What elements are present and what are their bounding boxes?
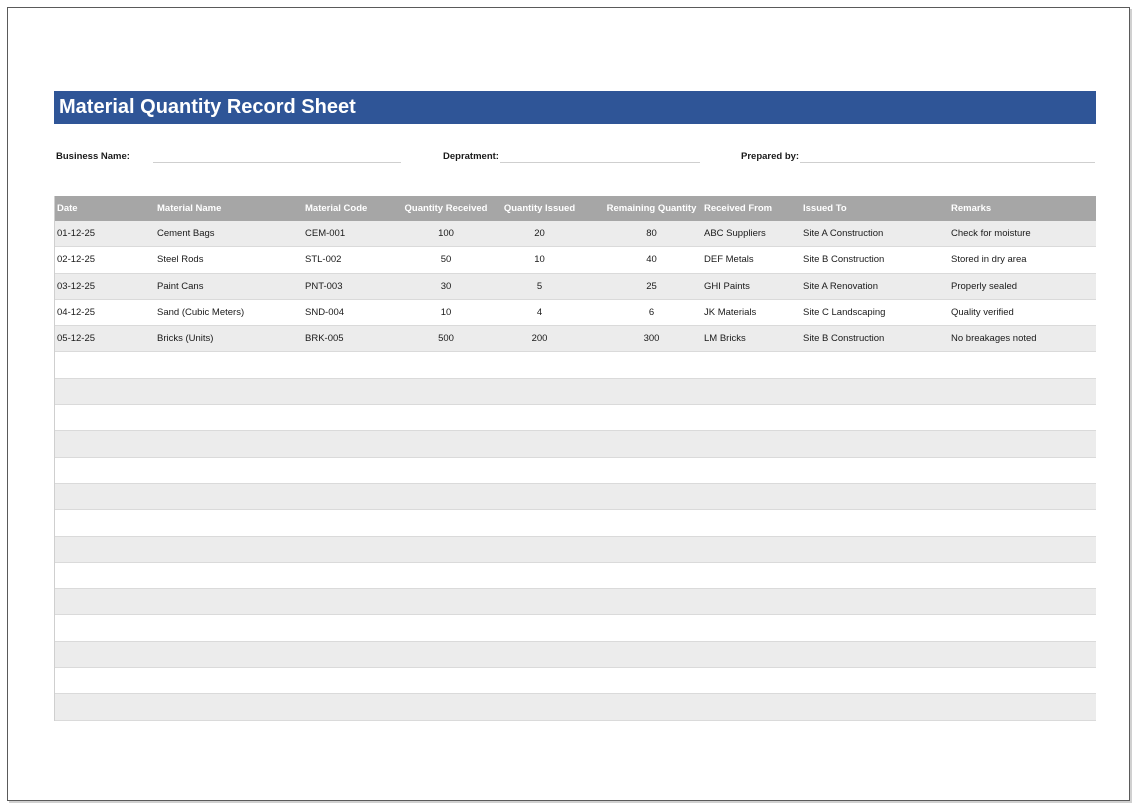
cell-date[interactable]: 04-12-25	[57, 300, 152, 325]
cell-quantity-issued[interactable]: 10	[495, 247, 584, 272]
cell-date[interactable]: 03-12-25	[57, 274, 152, 299]
table-row: 01-12-25 Cement Bags CEM-001 100 20 80 ABC Sup…	[55, 221, 1096, 248]
cell-quantity-issued[interactable]: 200	[495, 326, 584, 351]
table-row: 04-12-25 Sand (Cubic Meters) SND-004 10 4 6 JK…	[55, 299, 1096, 327]
business-name-label: Business Name:	[56, 151, 130, 162]
cell-received-from[interactable]: GHI Paints	[704, 274, 800, 299]
cell-remarks[interactable]: No breakages noted	[951, 326, 1095, 351]
cell-received-from[interactable]: LM Bricks	[704, 326, 800, 351]
table-row: 05-12-25 Bricks (Units) BRK-005 500 200 300 LM…	[55, 326, 1096, 353]
cell-material-name[interactable]: Paint Cans	[157, 274, 302, 299]
table-row-empty[interactable]	[55, 352, 1096, 379]
table-row-empty[interactable]	[55, 483, 1096, 511]
cell-quantity-issued[interactable]: 4	[495, 300, 584, 325]
cell-quantity-received[interactable]: 30	[399, 274, 493, 299]
table-row-empty[interactable]	[55, 589, 1096, 616]
header-remarks: Remarks	[951, 203, 992, 214]
cell-remaining-quantity[interactable]: 80	[596, 221, 707, 246]
table-row-empty[interactable]	[55, 405, 1096, 432]
prepared-by-field[interactable]	[800, 162, 1095, 163]
header-material-code: Material Code	[305, 203, 368, 214]
table-row: 03-12-25 Paint Cans PNT-003 30 5 25 GHI Paints…	[55, 273, 1096, 300]
prepared-by-label: Prepared by:	[741, 151, 800, 162]
cell-issued-to[interactable]: Site A Construction	[803, 221, 947, 246]
cell-material-name[interactable]: Steel Rods	[157, 247, 302, 272]
material-table: Date Material Name Material Code Quantity R…	[54, 196, 1096, 721]
sheet-title: Material Quantity Record Sheet	[54, 91, 1096, 124]
table-row-empty[interactable]	[55, 510, 1096, 537]
cell-remarks[interactable]: Quality verified	[951, 300, 1095, 325]
cell-material-code[interactable]: SND-004	[305, 300, 400, 325]
table-row-empty[interactable]	[55, 668, 1096, 695]
cell-remaining-quantity[interactable]: 6	[596, 300, 707, 325]
table-row-empty[interactable]	[55, 536, 1096, 563]
cell-material-code[interactable]: STL-002	[305, 247, 400, 272]
department-label: Depratment:	[443, 151, 499, 162]
cell-remarks[interactable]: Properly sealed	[951, 274, 1095, 299]
cell-received-from[interactable]: ABC Suppliers	[704, 221, 800, 246]
cell-issued-to[interactable]: Site A Renovation	[803, 274, 947, 299]
table-row-empty[interactable]	[55, 431, 1096, 458]
cell-remaining-quantity[interactable]: 40	[596, 247, 707, 272]
table-row-empty[interactable]	[55, 457, 1096, 484]
cell-quantity-issued[interactable]: 5	[495, 274, 584, 299]
cell-date[interactable]: 02-12-25	[57, 247, 152, 272]
header-quantity-received: Quantity Received	[404, 203, 488, 214]
cell-issued-to[interactable]: Site B Construction	[803, 247, 947, 272]
cell-remaining-quantity[interactable]: 300	[596, 326, 707, 351]
cell-material-code[interactable]: CEM-001	[305, 221, 400, 246]
cell-issued-to[interactable]: Site B Construction	[803, 326, 947, 351]
table-row-empty[interactable]	[55, 615, 1096, 642]
business-name-field[interactable]	[153, 162, 401, 163]
cell-quantity-received[interactable]: 500	[399, 326, 493, 351]
table-row-empty[interactable]	[55, 694, 1096, 721]
cell-material-name[interactable]: Cement Bags	[157, 221, 302, 246]
cell-remarks[interactable]: Stored in dry area	[951, 247, 1095, 272]
header-date: Date	[57, 203, 78, 214]
header-received-from: Received From	[704, 203, 773, 214]
table-row-empty[interactable]	[55, 562, 1096, 590]
table-row-empty[interactable]	[55, 641, 1096, 669]
cell-date[interactable]: 05-12-25	[57, 326, 152, 351]
cell-quantity-received[interactable]: 10	[399, 300, 493, 325]
cell-received-from[interactable]: DEF Metals	[704, 247, 800, 272]
cell-material-name[interactable]: Sand (Cubic Meters)	[157, 300, 302, 325]
cell-remaining-quantity[interactable]: 25	[596, 274, 707, 299]
cell-quantity-received[interactable]: 50	[399, 247, 493, 272]
header-material-name: Material Name	[157, 203, 222, 214]
cell-quantity-issued[interactable]: 20	[495, 221, 584, 246]
table-row-empty[interactable]	[55, 378, 1096, 406]
cell-remarks[interactable]: Check for moisture	[951, 221, 1095, 246]
cell-material-code[interactable]: PNT-003	[305, 274, 400, 299]
cell-quantity-received[interactable]: 100	[399, 221, 493, 246]
cell-received-from[interactable]: JK Materials	[704, 300, 800, 325]
department-field[interactable]	[500, 162, 700, 163]
header-remaining-quantity: Remaining Quantity	[606, 203, 697, 214]
header-issued-to: Issued To	[803, 203, 847, 214]
table-row: 02-12-25 Steel Rods STL-002 50 10 40 DEF Metal…	[55, 247, 1096, 274]
header-quantity-issued: Quantity Issued	[503, 203, 576, 214]
cell-issued-to[interactable]: Site C Landscaping	[803, 300, 947, 325]
cell-date[interactable]: 01-12-25	[57, 221, 152, 246]
cell-material-name[interactable]: Bricks (Units)	[157, 326, 302, 351]
table-header-row: Date Material Name Material Code Quantity R…	[55, 196, 1096, 221]
cell-material-code[interactable]: BRK-005	[305, 326, 400, 351]
